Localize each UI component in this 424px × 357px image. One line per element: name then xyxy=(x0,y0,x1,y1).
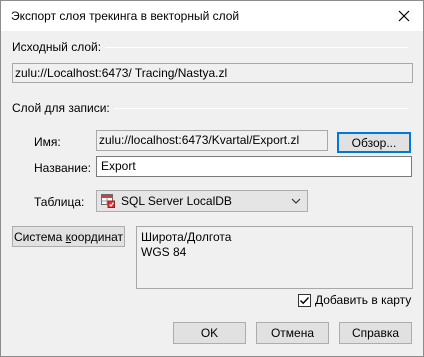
cancel-button-label: Отмена xyxy=(270,326,315,340)
database-table-icon xyxy=(101,194,115,208)
close-icon xyxy=(398,10,410,22)
help-button-label: Справка xyxy=(351,326,400,340)
title-input-value: Export xyxy=(101,159,136,173)
table-label: Таблица: xyxy=(34,195,85,209)
window-title: Экспорт слоя трекинга в векторный слой xyxy=(11,9,240,23)
close-button[interactable] xyxy=(389,3,419,29)
coordinate-system-line-2: WGS 84 xyxy=(141,245,187,259)
add-to-map-label: Добавить в карту xyxy=(315,293,412,307)
name-label: Имя: xyxy=(34,135,61,149)
cancel-button[interactable]: Отмена xyxy=(256,322,329,344)
name-field[interactable]: zulu://localhost:6473/Kvartal/Export.zl xyxy=(96,130,328,151)
table-select-value: SQL Server LocalDB xyxy=(121,194,232,208)
ok-button-label: OK xyxy=(200,326,219,340)
source-group-label: Исходный слой: xyxy=(12,40,106,54)
title-label: Название: xyxy=(34,161,91,175)
coordinate-system-line-1: Широта/Долгота xyxy=(141,230,232,244)
source-layer-field: zulu://Localhost:6473/ Tracing/Nastya.zl xyxy=(12,63,413,83)
target-group-label: Слой для записи: xyxy=(12,101,114,115)
coordinate-system-button-label: Система координат xyxy=(13,229,124,244)
title-input[interactable]: Export xyxy=(96,156,412,177)
checkmark-icon xyxy=(300,296,310,304)
coordinate-system-button[interactable]: Система координат xyxy=(12,226,125,247)
table-select[interactable]: SQL Server LocalDB xyxy=(96,190,308,212)
browse-button-label: Обзор... xyxy=(351,135,397,150)
chevron-down-icon xyxy=(291,198,301,204)
browse-button[interactable]: Обзор... xyxy=(337,132,411,153)
export-dialog: Экспорт слоя трекинга в векторный слой И… xyxy=(0,0,424,357)
source-layer-value: zulu://Localhost:6473/ Tracing/Nastya.zl xyxy=(15,66,228,80)
coordinate-system-display: Широта/Долгота WGS 84 xyxy=(136,226,413,289)
name-value: zulu://localhost:6473/Kvartal/Export.zl xyxy=(99,133,300,147)
help-button[interactable]: Справка xyxy=(339,322,412,344)
checkbox-box[interactable] xyxy=(298,293,311,307)
add-to-map-checkbox[interactable]: Добавить в карту xyxy=(298,293,411,307)
ok-button[interactable]: OK xyxy=(173,322,246,344)
title-bar: Экспорт слоя трекинга в векторный слой xyxy=(1,1,423,31)
